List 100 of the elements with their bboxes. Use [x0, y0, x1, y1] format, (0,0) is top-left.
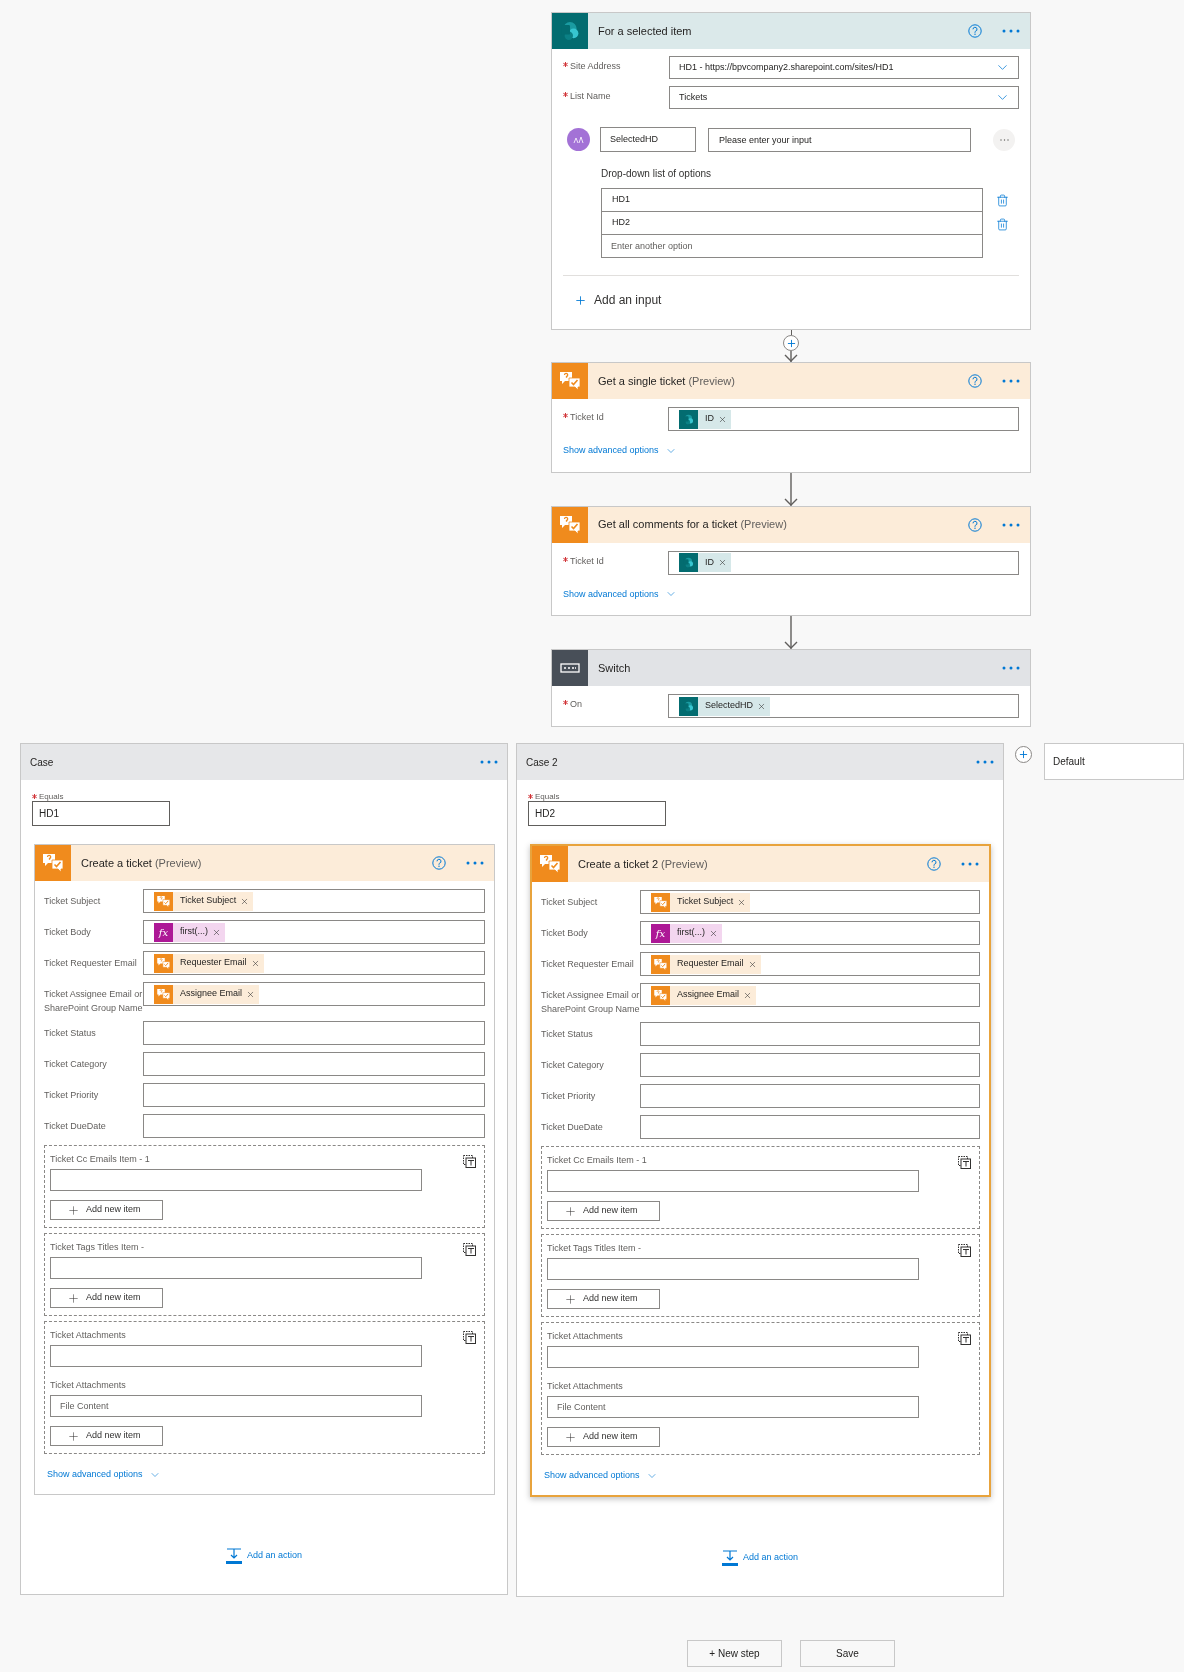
token-input-field[interactable]: fx first(...)	[143, 920, 485, 944]
item-input-field[interactable]: File Content	[50, 1395, 422, 1417]
add-input-button[interactable]: Add an input	[574, 291, 662, 309]
token-input-field[interactable]: Ticket Subject	[143, 889, 485, 913]
remove-icon[interactable]	[246, 989, 256, 999]
help-icon[interactable]	[968, 517, 982, 532]
show-advanced-options-link[interactable]: Show advanced options	[47, 1468, 161, 1482]
show-advanced-options-link[interactable]: Show advanced options	[563, 587, 677, 601]
more-icon[interactable]	[480, 760, 498, 764]
help-icon[interactable]	[968, 24, 982, 38]
add-action-button[interactable]: Add an action	[225, 1547, 302, 1564]
input-prompt-field[interactable]: Please enter your input	[708, 127, 971, 152]
delete-icon[interactable]	[996, 193, 1009, 207]
dynamic-content-token[interactable]: Requester Email	[651, 954, 761, 974]
card-header[interactable]: For a selected item	[552, 13, 1030, 49]
dynamic-content-token[interactable]: fx first(...)	[154, 922, 225, 942]
remove-icon[interactable]	[240, 896, 250, 906]
add-new-item-button[interactable]: Add new item	[50, 1426, 163, 1446]
more-icon[interactable]	[466, 861, 484, 865]
token-input-field[interactable]	[640, 1084, 980, 1108]
switch-to-text-icon[interactable]	[463, 1331, 476, 1344]
item-input-field[interactable]	[547, 1346, 919, 1368]
token-input-field[interactable]	[143, 1114, 485, 1138]
help-icon[interactable]	[432, 856, 446, 870]
dynamic-content-token[interactable]: Assignee Email	[651, 985, 757, 1005]
switch-to-text-icon[interactable]	[463, 1155, 476, 1168]
remove-icon[interactable]	[747, 959, 757, 969]
add-action-button[interactable]: Add an action	[721, 1549, 798, 1566]
help-icon[interactable]	[968, 374, 982, 388]
dropdown-field[interactable]: HD1 - https://bpvcompany2.sharepoint.com/sites/HD1	[669, 56, 1019, 79]
card-header[interactable]: Switch	[552, 650, 1030, 686]
add-new-item-button[interactable]: Add new item	[547, 1289, 660, 1309]
add-new-item-button[interactable]: Add new item	[50, 1200, 163, 1220]
token-input-field[interactable]	[143, 1052, 485, 1076]
token-input-field[interactable]	[640, 1022, 980, 1046]
remove-icon[interactable]	[737, 897, 747, 907]
token-input-field[interactable]: Assignee Email	[143, 982, 485, 1006]
delete-icon[interactable]	[996, 217, 1009, 231]
item-input-field[interactable]	[547, 1258, 919, 1280]
token-input-field[interactable]	[143, 1083, 485, 1107]
item-input-field[interactable]: File Content	[547, 1396, 919, 1418]
add-new-item-button[interactable]: Add new item	[547, 1427, 660, 1447]
remove-icon[interactable]	[757, 701, 767, 711]
dynamic-content-token[interactable]: Ticket Subject	[154, 891, 254, 911]
switch-to-text-icon[interactable]	[958, 1156, 971, 1169]
show-advanced-options-link[interactable]: Show advanced options	[544, 1469, 658, 1483]
add-new-item-button[interactable]: Add new item	[50, 1288, 163, 1308]
dynamic-content-token[interactable]: Ticket Subject	[651, 892, 751, 912]
equals-field[interactable]: HD2	[528, 801, 666, 826]
item-input-field[interactable]	[50, 1257, 422, 1279]
add-case-button[interactable]	[1015, 746, 1032, 763]
item-input-field[interactable]	[547, 1170, 919, 1192]
dynamic-content-token[interactable]: ID	[679, 409, 731, 429]
remove-icon[interactable]	[718, 414, 727, 424]
token-input-field[interactable]: Requester Email	[640, 952, 980, 976]
card-header[interactable]: Create a ticket 2 (Preview)	[532, 846, 989, 882]
card-header[interactable]: Get a single ticket (Preview)	[552, 363, 1030, 399]
dynamic-content-token[interactable]: ID	[679, 553, 731, 572]
remove-icon[interactable]	[250, 958, 260, 968]
more-icon[interactable]	[976, 760, 994, 764]
new-option-field[interactable]: Enter another option	[601, 234, 983, 258]
token-input-field[interactable]	[640, 1115, 980, 1139]
item-input-field[interactable]	[50, 1169, 422, 1191]
input-name-field[interactable]: SelectedHD	[600, 127, 696, 152]
dynamic-content-token[interactable]: Requester Email	[154, 953, 264, 973]
option-field[interactable]: HD2	[601, 211, 983, 235]
dropdown-field[interactable]: Tickets	[669, 86, 1019, 109]
insert-step-button[interactable]	[783, 335, 799, 351]
token-input-field[interactable]: ID	[668, 550, 1019, 575]
equals-field[interactable]: HD1	[32, 801, 170, 826]
item-input-field[interactable]	[50, 1345, 422, 1367]
more-icon[interactable]	[961, 862, 979, 866]
case-header[interactable]: Case 2	[517, 744, 1003, 780]
dynamic-content-token[interactable]: fx first(...)	[651, 923, 722, 943]
more-icon[interactable]	[1002, 379, 1020, 383]
more-icon[interactable]	[1002, 666, 1020, 670]
dynamic-content-token[interactable]: Assignee Email	[154, 984, 260, 1004]
new-step-button[interactable]: + New step	[687, 1639, 782, 1667]
show-advanced-options-link[interactable]: Show advanced options	[563, 444, 677, 458]
token-input-field[interactable]: Assignee Email	[640, 983, 980, 1007]
remove-icon[interactable]	[709, 928, 718, 938]
help-icon[interactable]	[927, 857, 941, 871]
option-field[interactable]: HD1	[601, 188, 983, 212]
token-input-field[interactable]: Ticket Subject	[640, 890, 980, 914]
token-input-field[interactable]	[640, 1053, 980, 1077]
switch-to-text-icon[interactable]	[958, 1244, 971, 1257]
dynamic-content-token[interactable]: SelectedHD	[679, 696, 771, 716]
save-button[interactable]: Save	[800, 1639, 895, 1667]
token-input-field[interactable]: ID	[668, 407, 1019, 431]
more-icon[interactable]	[1002, 522, 1020, 527]
default-case-header[interactable]: Default	[1044, 743, 1184, 780]
remove-icon[interactable]	[743, 990, 753, 1000]
remove-icon[interactable]	[718, 558, 727, 567]
switch-to-text-icon[interactable]	[463, 1243, 476, 1256]
case-header[interactable]: Case	[21, 744, 507, 780]
more-icon[interactable]	[1002, 29, 1020, 33]
token-input-field[interactable]: SelectedHD	[668, 694, 1019, 718]
add-new-item-button[interactable]: Add new item	[547, 1201, 660, 1221]
token-input-field[interactable]: Requester Email	[143, 951, 485, 975]
token-input-field[interactable]	[143, 1021, 485, 1045]
